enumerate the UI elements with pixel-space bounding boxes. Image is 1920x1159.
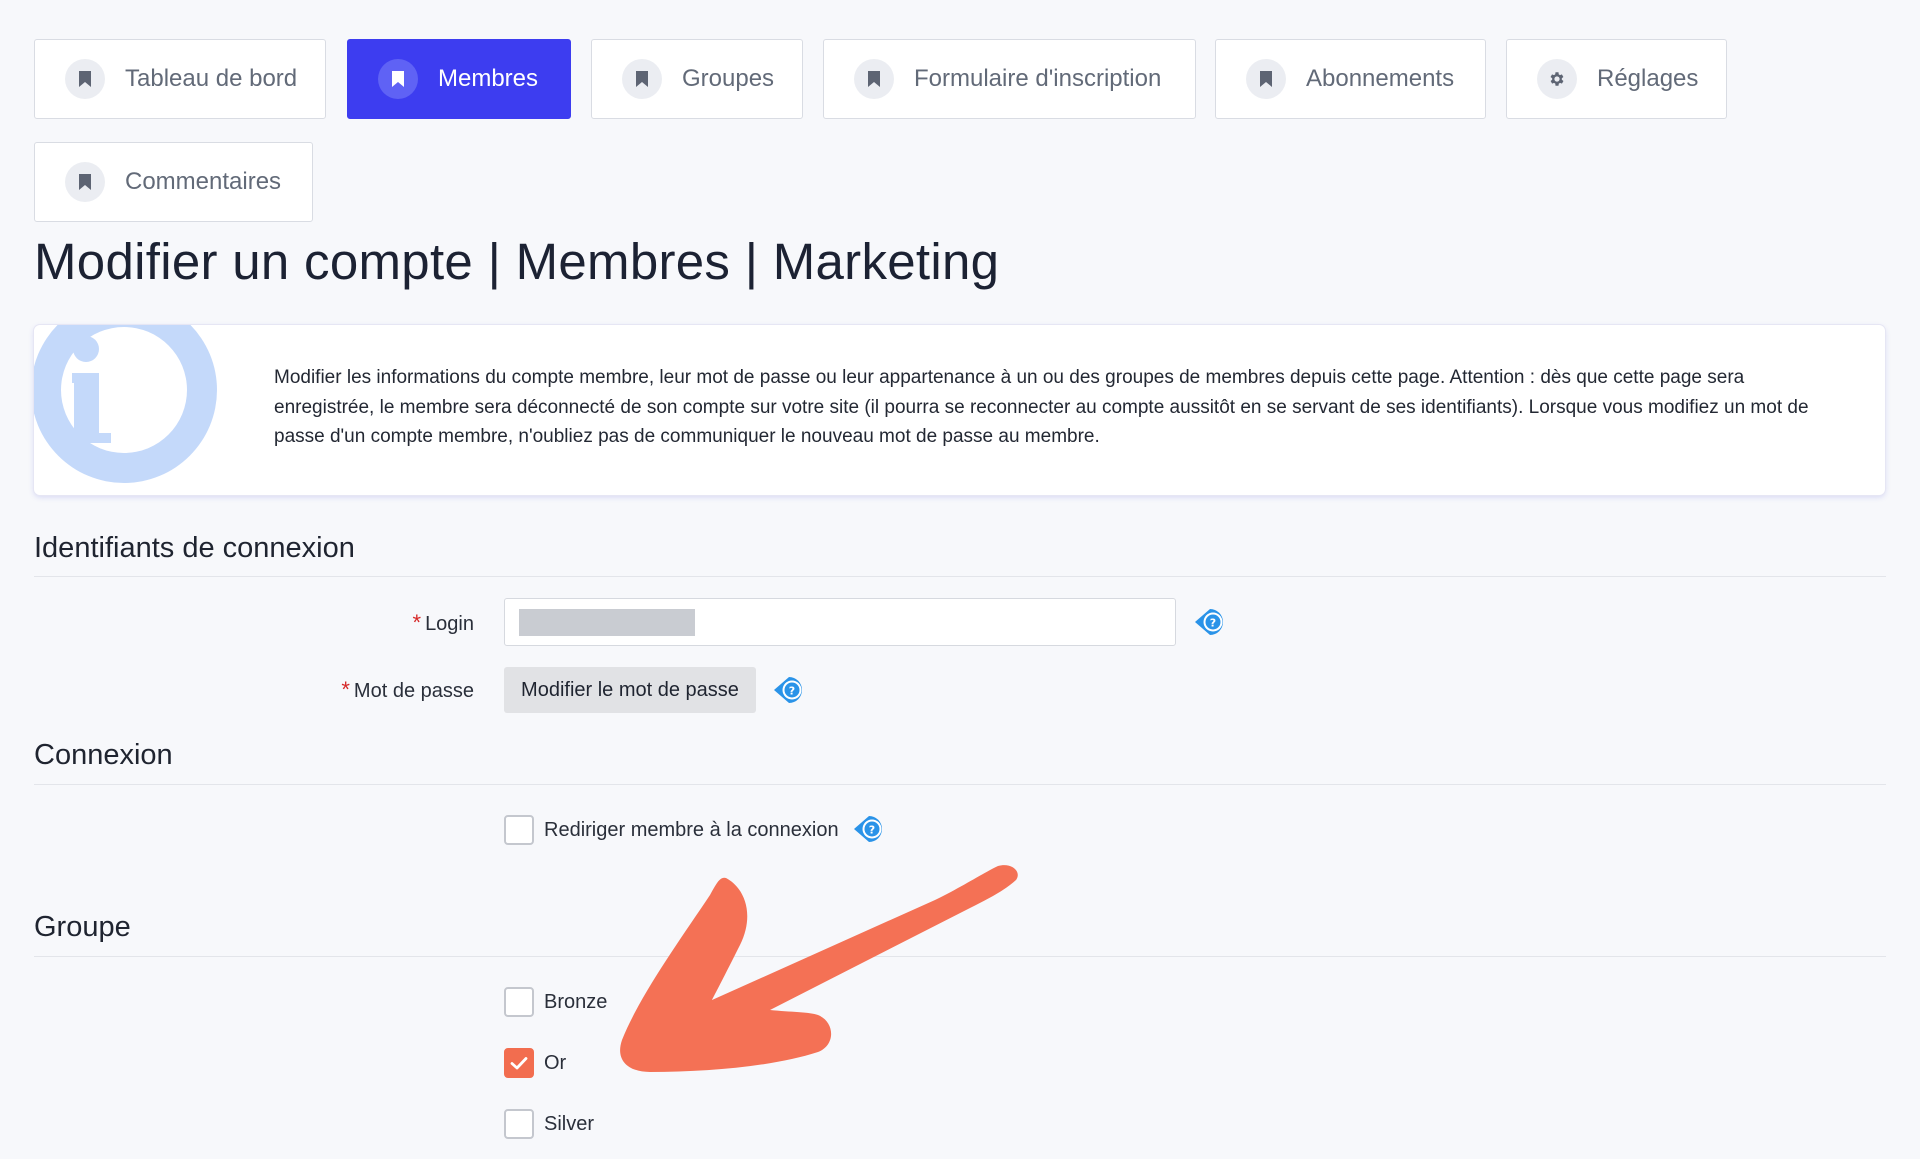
redirect-checkbox-row[interactable]: Rediriger membre à la connexion	[504, 815, 839, 845]
tab-abonnements[interactable]: Abonnements	[1215, 39, 1486, 119]
bookmark-icon	[622, 59, 662, 99]
section-title-group: Groupe	[34, 911, 131, 943]
section-title-credentials: Identifiants de connexion	[34, 532, 355, 564]
change-password-button[interactable]: Modifier le mot de passe	[504, 667, 756, 713]
tab-groupes[interactable]: Groupes	[591, 39, 803, 119]
help-icon[interactable]: ?	[770, 673, 808, 707]
login-label: * Login	[412, 610, 475, 635]
tab-tableau-de-bord[interactable]: Tableau de bord	[34, 39, 326, 119]
checkmark-icon	[510, 1057, 528, 1070]
group-option-or[interactable]: Or	[504, 1048, 566, 1078]
redirect-label: Rediriger membre à la connexion	[544, 818, 839, 841]
tab-membres[interactable]: Membres	[347, 39, 571, 119]
section-divider	[34, 576, 1886, 577]
section-divider	[34, 956, 1886, 957]
bookmark-icon	[1246, 59, 1286, 99]
bookmark-icon	[378, 59, 418, 99]
tab-label: Membres	[438, 65, 539, 92]
bookmark-icon	[65, 59, 105, 99]
tab-label: Formulaire d'inscription	[914, 65, 1162, 92]
group-option-label: Silver	[544, 1112, 595, 1135]
group-checkbox-bronze[interactable]	[504, 987, 534, 1017]
redirect-checkbox[interactable]	[504, 815, 534, 845]
login-input[interactable]	[504, 598, 1176, 646]
help-icon[interactable]: ?	[850, 812, 888, 846]
group-checkbox-silver[interactable]	[504, 1109, 534, 1139]
svg-text:?: ?	[789, 685, 795, 698]
info-box: Modifier les informations du compte memb…	[34, 325, 1885, 495]
password-label: * Mot de passe	[341, 677, 474, 702]
tab-label: Groupes	[682, 65, 775, 92]
svg-text:?: ?	[1210, 617, 1216, 630]
tab-commentaires[interactable]: Commentaires	[34, 142, 313, 222]
required-mark: *	[341, 677, 350, 702]
annotation-arrow-icon	[620, 865, 1018, 1072]
bookmark-icon	[854, 59, 894, 99]
required-mark: *	[412, 610, 422, 635]
bookmark-icon	[65, 162, 105, 202]
section-divider	[34, 784, 1886, 785]
group-option-label: Bronze	[544, 990, 608, 1013]
help-icon[interactable]: ?	[1191, 605, 1229, 639]
tab-reglages[interactable]: Réglages	[1506, 39, 1727, 119]
info-icon	[34, 325, 217, 483]
group-option-silver[interactable]: Silver	[504, 1109, 594, 1139]
svg-text:?: ?	[869, 824, 875, 837]
tab-label: Réglages	[1597, 65, 1699, 92]
section-title-connection: Connexion	[34, 739, 173, 771]
gear-icon	[1537, 59, 1577, 99]
page-title: Modifier un compte | Membres | Marketing	[34, 233, 1000, 290]
group-option-bronze[interactable]: Bronze	[504, 987, 607, 1017]
info-text: Modifier les informations du compte memb…	[274, 367, 1809, 447]
tab-label: Abonnements	[1306, 65, 1455, 92]
group-option-label: Or	[544, 1051, 567, 1074]
group-checkbox-or[interactable]	[504, 1048, 534, 1078]
tab-label: Commentaires	[125, 168, 282, 195]
tab-label: Tableau de bord	[125, 65, 298, 92]
tab-formulaire-inscription[interactable]: Formulaire d'inscription	[823, 39, 1196, 119]
